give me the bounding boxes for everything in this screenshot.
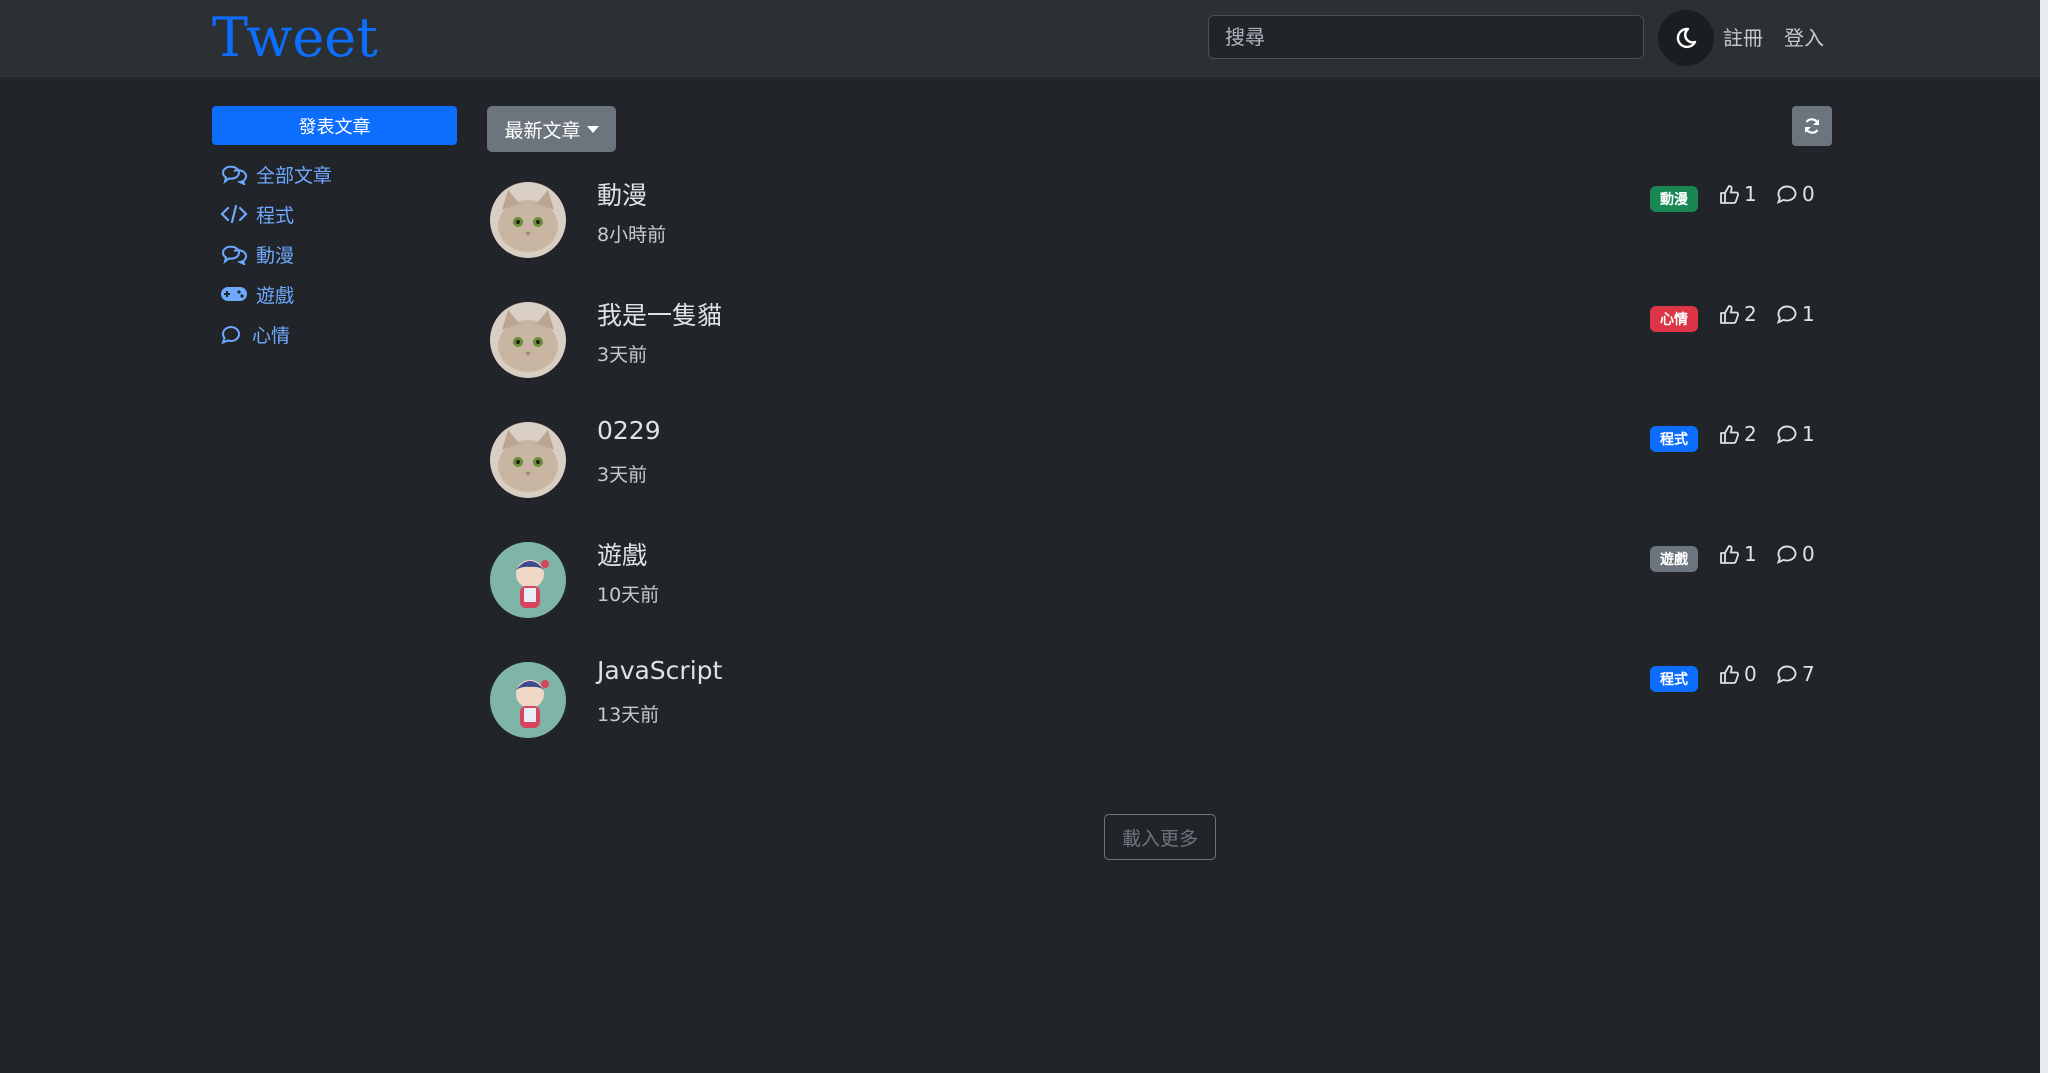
comment-count[interactable]: 0 <box>1776 182 1815 206</box>
like-count-value: 2 <box>1744 422 1757 446</box>
post-item[interactable]: 我是一隻貓 3天前 心情 2 1 <box>490 296 1820 396</box>
caret-down-icon <box>586 125 599 133</box>
post-time: 10天前 <box>597 584 660 606</box>
comment-count-value: 0 <box>1802 182 1815 206</box>
top-navbar: Tweet 註冊 登入 <box>0 0 2048 77</box>
thumbs-up-icon <box>1720 305 1740 324</box>
brand-logo[interactable]: Tweet <box>212 4 378 72</box>
theme-toggle-button[interactable] <box>1658 10 1714 66</box>
sidebar-item-label: 心情 <box>252 324 291 347</box>
comment-icon <box>1776 545 1797 564</box>
comment-count-value: 7 <box>1802 662 1815 686</box>
comment-icon <box>1776 305 1797 324</box>
sidebar-item-mood[interactable]: 心情 <box>220 318 290 350</box>
tag-badge[interactable]: 心情 <box>1650 306 1698 332</box>
new-post-button[interactable]: 發表文章 <box>212 106 457 145</box>
thumbs-up-icon <box>1720 545 1740 564</box>
thumbs-up-icon <box>1720 665 1740 684</box>
post-item[interactable]: 0229 3天前 程式 2 1 <box>490 416 1820 516</box>
gamepad-icon <box>220 282 248 306</box>
refresh-icon <box>1804 118 1820 134</box>
post-item[interactable]: 動漫 8小時前 動漫 1 0 <box>490 176 1820 276</box>
chat-dots-icon <box>220 162 248 186</box>
comment-count-value: 1 <box>1802 302 1815 326</box>
like-count-value: 2 <box>1744 302 1757 326</box>
post-title[interactable]: 0229 <box>597 416 661 445</box>
post-item[interactable]: 遊戲 10天前 遊戲 1 0 <box>490 536 1820 636</box>
post-time: 13天前 <box>597 704 660 726</box>
avatar <box>490 182 566 258</box>
post-time: 3天前 <box>597 344 648 366</box>
post-time: 3天前 <box>597 464 648 486</box>
comment-count-value: 0 <box>1802 542 1815 566</box>
like-count[interactable]: 2 <box>1718 302 1757 326</box>
sort-label: 最新文章 <box>504 119 581 142</box>
sort-dropdown-button[interactable]: 最新文章 <box>487 106 616 152</box>
post-title[interactable]: JavaScript <box>597 656 722 685</box>
post-item[interactable]: JavaScript 13天前 程式 0 7 <box>490 656 1820 756</box>
search-input[interactable] <box>1208 15 1644 59</box>
like-count-value: 1 <box>1744 542 1757 566</box>
login-link[interactable]: 登入 <box>1784 22 1824 51</box>
load-more-button[interactable]: 載入更多 <box>1104 814 1216 860</box>
comment-icon <box>1776 185 1797 204</box>
sidebar-item-label: 動漫 <box>256 244 295 267</box>
comment-count-value: 1 <box>1802 422 1815 446</box>
like-count[interactable]: 1 <box>1718 182 1757 206</box>
sidebar-item-all-posts[interactable]: 全部文章 <box>220 158 332 190</box>
thumbs-up-icon <box>1720 185 1740 204</box>
like-count[interactable]: 0 <box>1718 662 1757 686</box>
chat-bubble-icon <box>220 322 244 346</box>
tag-badge[interactable]: 程式 <box>1650 426 1698 452</box>
moon-icon <box>1676 27 1697 49</box>
post-time: 8小時前 <box>597 224 667 246</box>
post-title[interactable]: 我是一隻貓 <box>597 296 722 332</box>
avatar <box>490 422 566 498</box>
comment-icon <box>1776 665 1797 684</box>
sidebar-item-label: 程式 <box>256 204 295 227</box>
scrollbar[interactable] <box>2040 0 2048 1073</box>
comment-count[interactable]: 0 <box>1776 542 1815 566</box>
avatar <box>490 302 566 378</box>
avatar <box>490 542 566 618</box>
comment-count[interactable]: 7 <box>1776 662 1815 686</box>
comment-count[interactable]: 1 <box>1776 302 1815 326</box>
tag-badge[interactable]: 遊戲 <box>1650 546 1698 572</box>
tag-badge[interactable]: 程式 <box>1650 666 1698 692</box>
refresh-button[interactable] <box>1792 106 1832 146</box>
post-title[interactable]: 動漫 <box>597 176 647 212</box>
code-icon <box>220 202 248 226</box>
comment-icon <box>1776 425 1797 444</box>
chat-dots-icon <box>220 242 248 266</box>
comment-count[interactable]: 1 <box>1776 422 1815 446</box>
avatar <box>490 662 566 738</box>
post-title[interactable]: 遊戲 <box>597 536 647 572</box>
register-link[interactable]: 註冊 <box>1723 22 1763 51</box>
thumbs-up-icon <box>1720 425 1740 444</box>
sidebar-item-anime[interactable]: 動漫 <box>220 238 294 270</box>
like-count-value: 1 <box>1744 182 1757 206</box>
like-count-value: 0 <box>1744 662 1757 686</box>
like-count[interactable]: 2 <box>1718 422 1757 446</box>
tag-badge[interactable]: 動漫 <box>1650 186 1698 212</box>
like-count[interactable]: 1 <box>1718 542 1757 566</box>
sidebar-item-games[interactable]: 遊戲 <box>220 278 294 310</box>
sidebar-item-code[interactable]: 程式 <box>220 198 294 230</box>
sidebar-item-label: 全部文章 <box>256 164 333 187</box>
sidebar-item-label: 遊戲 <box>256 284 295 307</box>
